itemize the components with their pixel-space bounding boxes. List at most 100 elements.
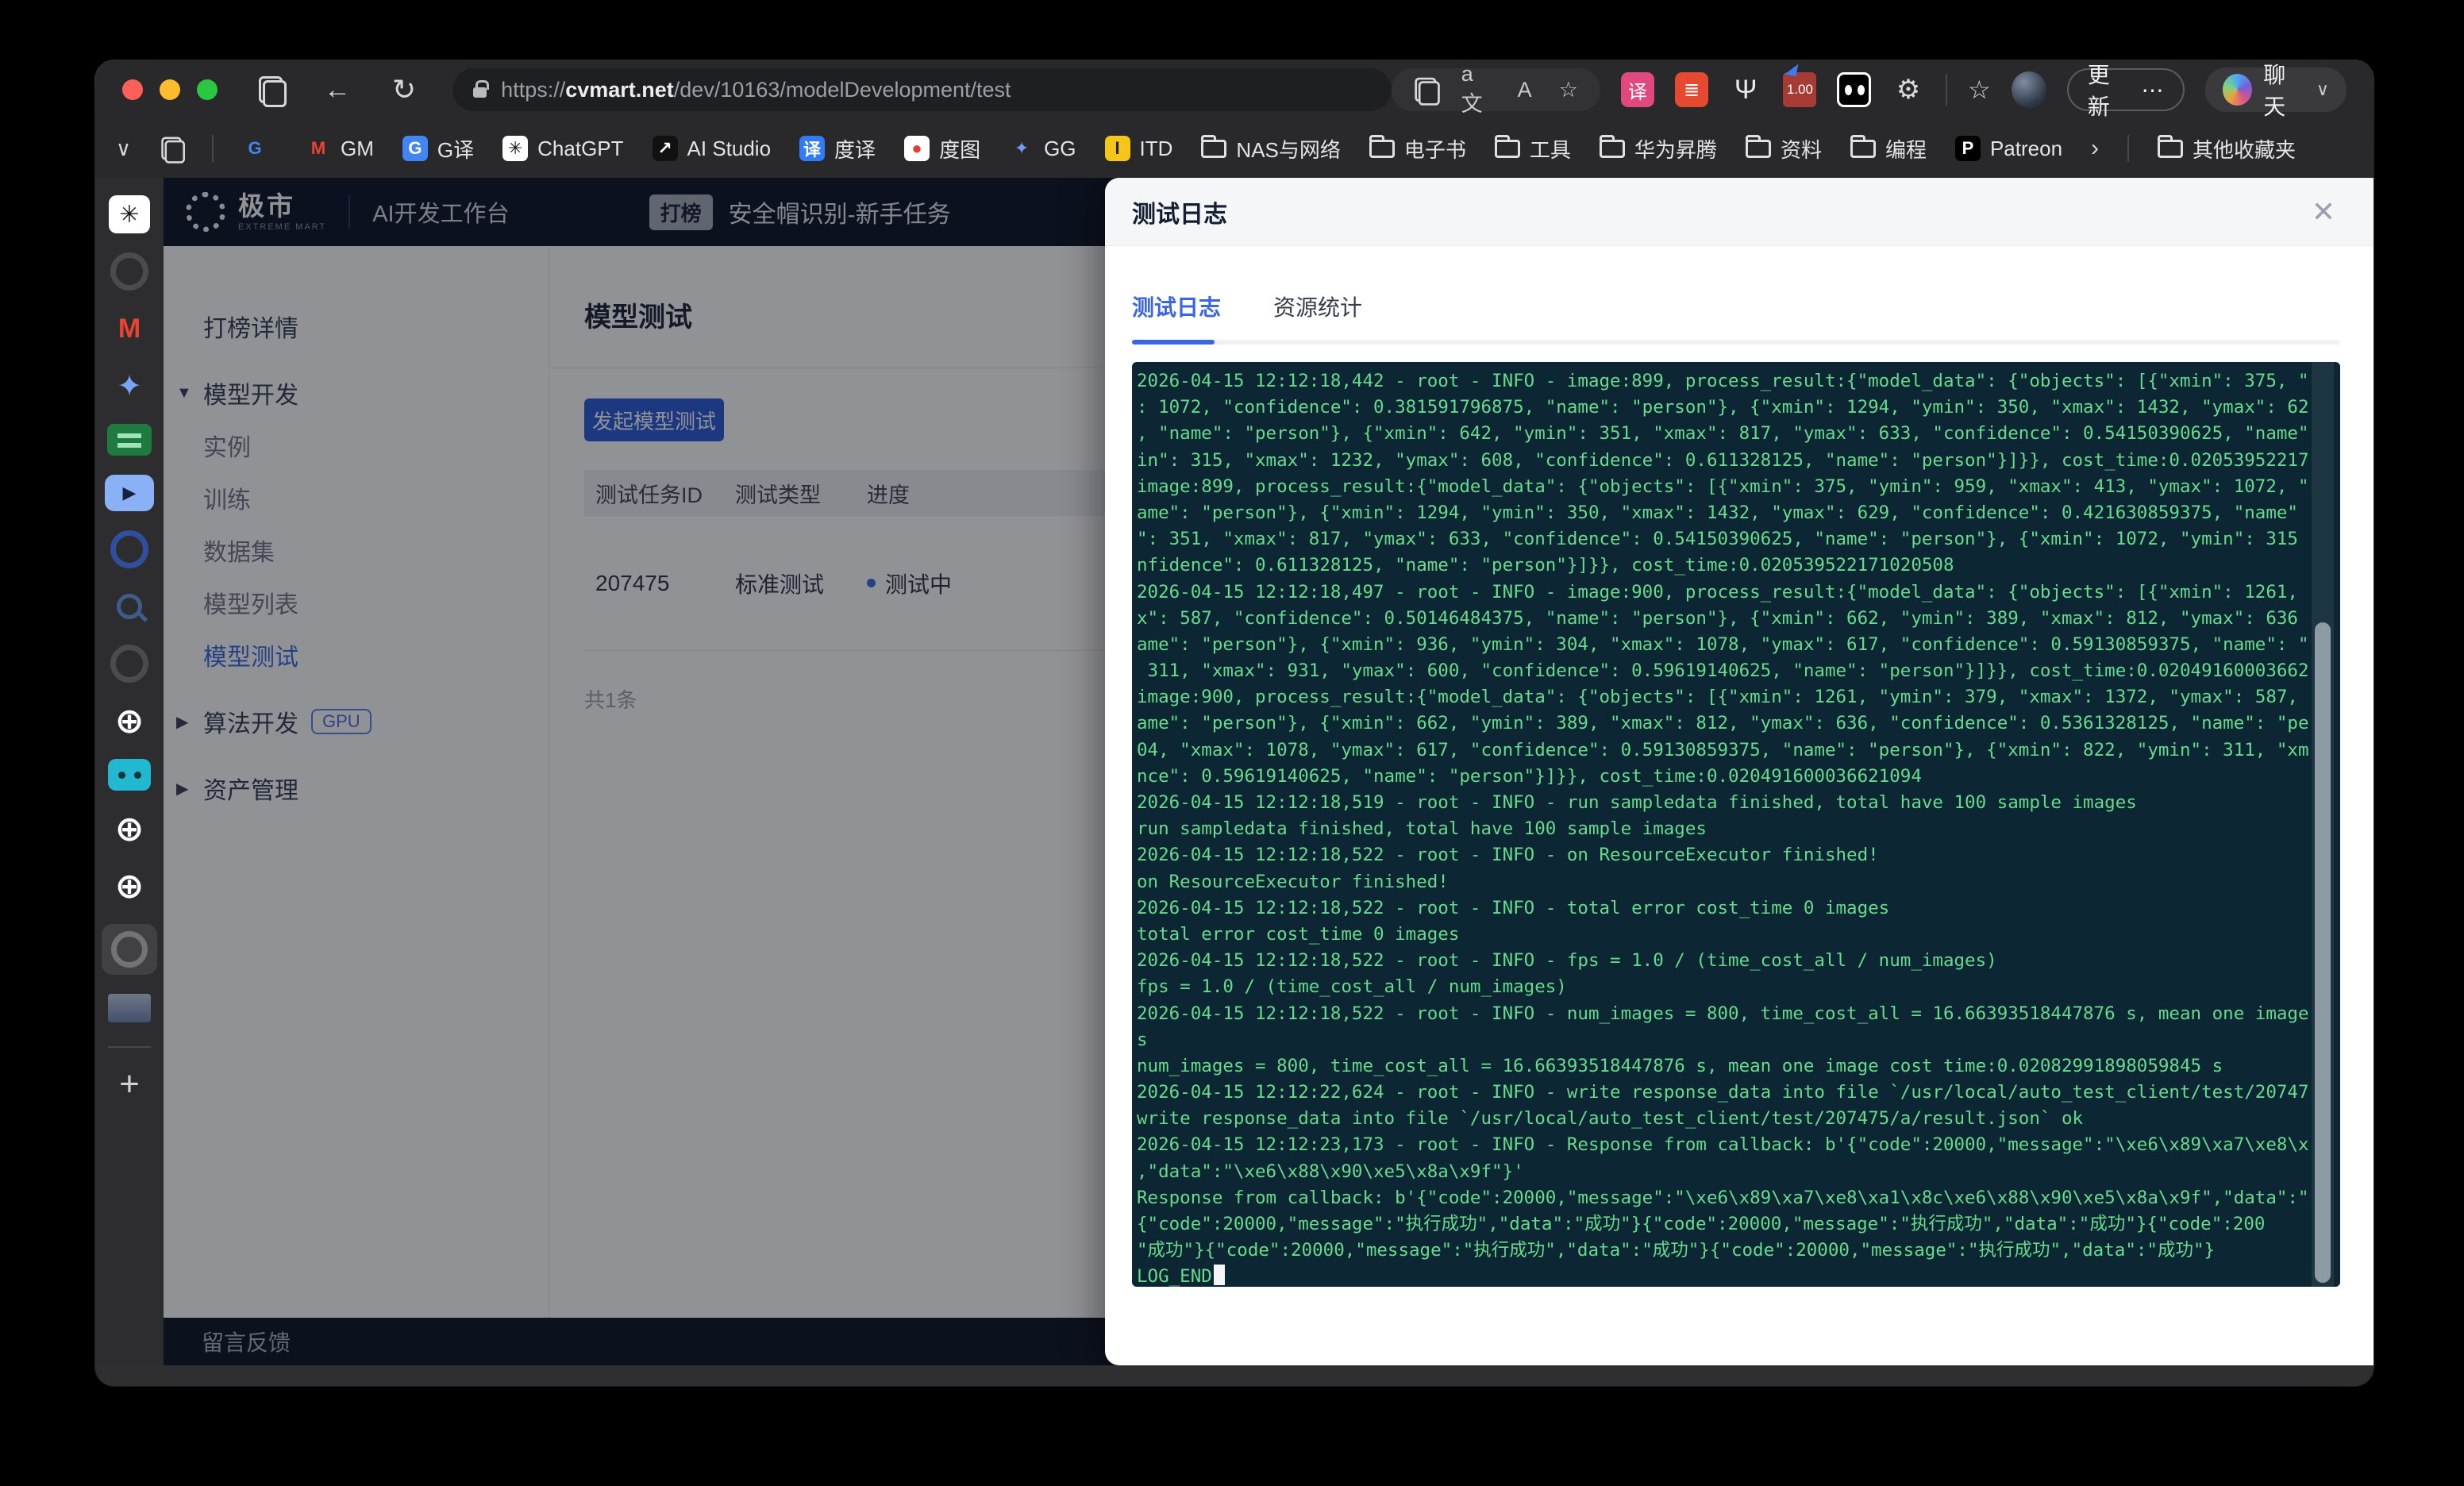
reload-icon[interactable] [392, 75, 416, 104]
video-tab-active[interactable] [105, 475, 154, 511]
close-icon[interactable]: ✕ [2312, 198, 2335, 226]
bookmark-item[interactable]: 资料 [1746, 134, 1822, 164]
bookmark-favicon: I [1105, 136, 1130, 161]
log-line: on ResourceExecutor finished! [1137, 869, 2340, 895]
bookmark-favicon [1600, 140, 1625, 158]
terminal-cursor [1214, 1265, 1225, 1285]
globe-tab-2[interactable] [103, 810, 156, 848]
bookmark-favicon: 译 [799, 136, 825, 161]
meituan-extension-icon[interactable]: Ψ [1729, 72, 1762, 107]
log-line: x": 587, "confidence": 0.50146484375, "n… [1137, 606, 2340, 632]
bookmark-item[interactable]: 译 度译 [799, 134, 876, 164]
url-text[interactable]: https://cvmart.net/dev/10163/modelDevelo… [501, 78, 1011, 102]
cvmart-tab-current[interactable] [102, 924, 157, 975]
bookmark-item[interactable]: I ITD [1105, 136, 1173, 161]
favorite-star-icon[interactable]: ☆ [1559, 78, 1578, 102]
swirl-dim-tab[interactable] [103, 645, 156, 683]
log-line: 04, "xmax": 1078, "ymax": 617, "confiden… [1137, 737, 2340, 764]
bookmarks-divider-2 [2127, 135, 2129, 162]
bookmark-item[interactable]: M GM [306, 136, 374, 161]
bookmark-item[interactable]: G G译 [402, 134, 474, 164]
notes-tab[interactable] [107, 424, 152, 456]
bookmark-label: 资料 [1781, 134, 1822, 164]
minimize-window-button[interactable] [160, 79, 180, 100]
collections-icon[interactable] [161, 137, 182, 160]
log-line: 2026-04-15 12:12:22,624 - root - INFO - … [1137, 1080, 2340, 1106]
bookmark-item[interactable]: G [242, 136, 277, 161]
cvmart-page: 极市 EXTREME MART AI开发工作台 打榜 安全帽识别-新手任务 打榜… [164, 178, 2374, 1365]
back-icon[interactable] [324, 76, 351, 103]
close-window-button[interactable] [122, 79, 143, 100]
robot-tab[interactable] [108, 759, 151, 791]
log-line: ame": "person"}, {"xmin": 936, "ymin": 3… [1137, 632, 2340, 658]
log-line: fps = 1.0 / (time_cost_all / num_images) [1137, 974, 2340, 1000]
bookmark-favicon: M [306, 136, 331, 161]
zoom-window-button[interactable] [197, 79, 218, 100]
log-line: , "name": "person"}, {"xmin": 642, "ymin… [1137, 421, 2340, 447]
other-bookmarks-folder[interactable]: 其他收藏夹 [2158, 134, 2296, 164]
vertical-tabs-chevron-icon[interactable]: ∨ [116, 138, 131, 159]
bookmarks-bar: ∨ G M GM G G译 ✳ [95, 119, 2374, 178]
log-line: nfidence": 0.611328125, "name": "person"… [1137, 552, 2340, 579]
more-dots-icon: ⋯ [2142, 77, 2164, 103]
log-line: ,"data":"\xe6\x88\x90\xe5\x8a\x9f"}' [1137, 1159, 2340, 1185]
copilot-chat-button[interactable]: 聊天 ∨ [2205, 67, 2347, 112]
translate-extension-icon[interactable]: 译 [1621, 72, 1654, 107]
log-line: "成功"}{"code":20000,"message":"执行成功","dat… [1137, 1238, 2340, 1264]
bookmark-label: 华为昇腾 [1634, 134, 1717, 164]
tab-test-log[interactable]: 测试日志 [1132, 291, 1221, 327]
tab-underline-active [1132, 340, 1215, 345]
browser-window: https://cvmart.net/dev/10163/modelDevelo… [95, 60, 2374, 1386]
tab-overview-icon[interactable] [259, 76, 283, 103]
log-line: s [1137, 1027, 2340, 1053]
log-terminal[interactable]: 2026-04-15 12:12:18,442 - root - INFO - … [1132, 362, 2340, 1287]
log-line: 2026-04-15 12:12:18,497 - root - INFO - … [1137, 579, 2340, 606]
gmail-tab[interactable] [103, 310, 156, 348]
vertical-tab-strip [95, 178, 164, 1365]
bookmark-item[interactable]: 编程 [1850, 134, 1927, 164]
favorites-list-icon[interactable]: ☆ [1968, 75, 1991, 105]
notes-extension-icon[interactable]: ≣ [1675, 72, 1708, 107]
update-button[interactable]: 更新⋯ [2067, 68, 2185, 111]
bookmark-item[interactable]: ● 度图 [904, 134, 980, 164]
bookmark-item[interactable]: ↗ AI Studio [653, 136, 772, 161]
bookmark-item[interactable]: ✦ GG [1009, 136, 1076, 161]
screenshot-tab[interactable] [108, 994, 151, 1022]
bookmark-item[interactable]: 工具 [1495, 134, 1571, 164]
swirl-blue-tab[interactable] [103, 530, 156, 568]
log-line: ": 351, "xmax": 817, "ymax": 633, "confi… [1137, 526, 2340, 552]
tab-resource-stats[interactable]: 资源统计 [1273, 291, 1362, 327]
bookmark-favicon [1369, 140, 1395, 158]
profile-avatar[interactable] [2012, 71, 2046, 108]
folder-icon [2158, 140, 2183, 158]
globe-tab-1[interactable] [103, 702, 156, 740]
split-screen-icon[interactable] [1415, 78, 1434, 102]
read-aloud-icon[interactable]: A [1518, 78, 1532, 102]
extensions-puzzle-icon[interactable]: ⚙ [1892, 72, 1925, 107]
bookmark-favicon: ✳ [502, 136, 528, 161]
panda-extension-icon[interactable] [1837, 72, 1870, 107]
chatgpt-tab[interactable] [109, 195, 150, 233]
log-end-line: LOG_END [1137, 1264, 2340, 1287]
bookmark-item[interactable]: 电子书 [1369, 134, 1466, 164]
bookmark-favicon: ✦ [1009, 136, 1034, 161]
cvmart-tab[interactable] [103, 252, 156, 291]
log-line: 2026-04-15 12:12:18,519 - root - INFO - … [1137, 790, 2340, 816]
globe-tab-3[interactable] [103, 867, 156, 905]
address-bar[interactable]: https://cvmart.net/dev/10163/modelDevelo… [452, 68, 1391, 111]
bookmark-item[interactable]: NAS与网络 [1201, 134, 1340, 164]
bookmark-item[interactable]: P Patreon [1955, 136, 2062, 161]
bookmarks-overflow-icon[interactable]: › [2091, 137, 2099, 160]
translate-icon[interactable]: a文 [1461, 62, 1491, 117]
bookmark-item[interactable]: ✳ ChatGPT [502, 136, 623, 161]
search-tab[interactable] [103, 587, 156, 626]
gemini-tab[interactable] [103, 367, 156, 405]
panel-tabs: 测试日志 资源统计 [1132, 291, 2374, 327]
terminal-scrollbar-thumb[interactable] [2315, 622, 2331, 1283]
log-line: 2026-04-15 12:12:18,522 - root - INFO - … [1137, 895, 2340, 922]
price-extension-icon[interactable]: 1.00 [1783, 72, 1816, 107]
new-tab-plus-icon[interactable] [103, 1065, 156, 1103]
lock-icon [473, 87, 487, 98]
log-lines: 2026-04-15 12:12:18,442 - root - INFO - … [1137, 368, 2340, 1264]
bookmark-item[interactable]: 华为昇腾 [1600, 134, 1717, 164]
